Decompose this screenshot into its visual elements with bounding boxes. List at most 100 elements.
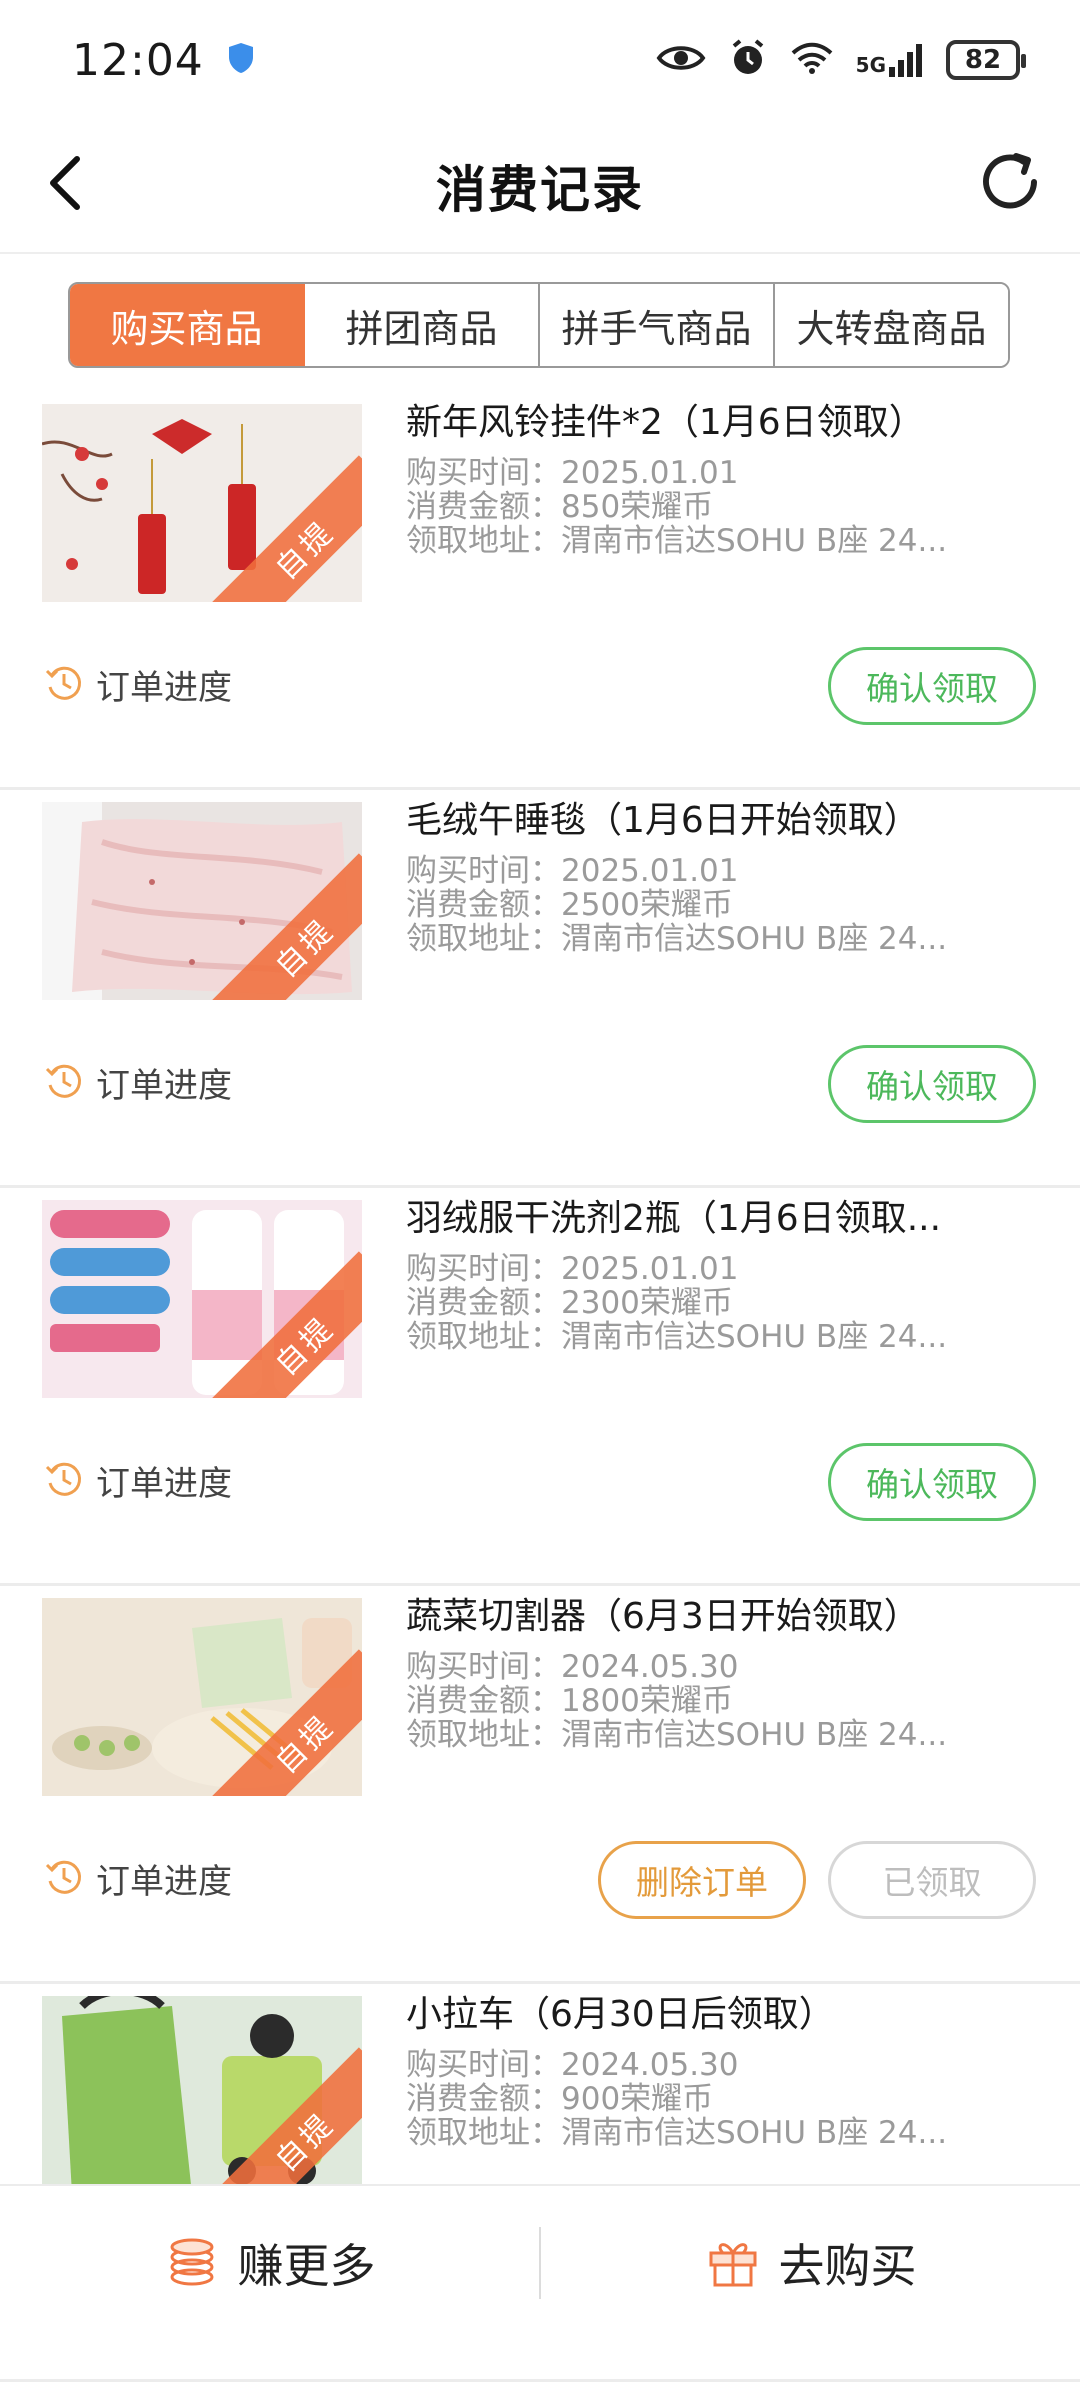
amount-value: 900荣耀币 [561,2082,714,2116]
confirm-pickup-button[interactable]: 确认领取 [828,1443,1036,1521]
network-type: 5G [855,53,886,77]
vegetable-cutter-product-image[interactable]: 自提 [42,1598,362,1796]
order-meta: 购买时间： 2025.01.01 消费金额： 850荣耀币 领取地址： 渭南市信… [406,456,1006,558]
refresh-icon [976,148,1044,220]
address-row: 领取地址： 渭南市信达SOHU B座 24... [406,1320,1006,1354]
status-time: 12:04 [72,34,204,86]
delete-order-button[interactable]: 删除订单 [598,1841,806,1919]
purchase-time-label: 购买时间： [406,1251,561,1287]
clock-history-icon [44,663,84,707]
clock-history-icon [44,1857,84,1901]
tab-group-goods[interactable]: 拼团商品 [305,284,540,366]
wifi-icon [790,41,834,79]
order-title: 小拉车（6月30日后领取） [406,1994,835,2035]
amount-row: 消费金额： 2300荣耀币 [406,1286,1006,1320]
purchase-time-row: 购买时间： 2025.01.01 [406,854,1006,888]
tab-lucky-goods[interactable]: 拼手气商品 [540,284,775,366]
amount-label: 消费金额： [406,1285,561,1321]
address-label: 领取地址： [406,921,561,957]
amount-label: 消费金额： [406,1683,561,1719]
order-progress-label: 订单进度 [96,1464,232,1504]
status-bar: 12:04 5G 82 [0,0,1080,120]
category-tabs: 购买商品 拼团商品 拼手气商品 大转盘商品 [68,282,1010,368]
address-label: 领取地址： [406,523,561,559]
alarm-icon [728,38,768,82]
clock-history-icon [44,1061,84,1105]
go-buy-button[interactable]: 去购买 [541,2186,1080,2340]
address-value: 渭南市信达SOHU B座 24... [561,922,948,956]
order-meta: 购买时间： 2024.05.30 消费金额： 1800荣耀币 领取地址： 渭南市… [406,1650,1006,1752]
order-title: 蔬菜切割器（6月3日开始领取） [406,1596,920,1637]
order-item[interactable]: 自提 毛绒午睡毯（1月6日开始领取） 购买时间： 2025.01.01 消费金额… [0,790,1080,1188]
coins-icon [164,2233,220,2293]
address-value: 渭南市信达SOHU B座 24... [561,1320,948,1354]
order-title: 新年风铃挂件*2（1月6日领取） [406,402,925,443]
address-label: 领取地址： [406,1319,561,1355]
address-value: 渭南市信达SOHU B座 24... [561,524,948,558]
page-title: 消费记录 [436,161,644,219]
tab-wheel-goods[interactable]: 大转盘商品 [775,284,1008,366]
order-item[interactable]: 自提 新年风铃挂件*2（1月6日领取） 购买时间： 2025.01.01 消费金… [0,392,1080,790]
address-row: 领取地址： 渭南市信达SOHU B座 24... [406,1718,1006,1752]
battery-level: 82 [964,45,1002,75]
order-progress-label: 订单进度 [96,1066,232,1106]
address-value: 渭南市信达SOHU B座 24... [561,2116,948,2150]
wind-chime-product-image[interactable]: 自提 [42,404,362,602]
purchase-time-label: 购买时间： [406,2047,561,2083]
confirm-pickup-button[interactable]: 确认领取 [828,647,1036,725]
address-label: 领取地址： [406,2115,561,2151]
address-row: 领取地址： 渭南市信达SOHU B座 24... [406,922,1006,956]
amount-row: 消费金额： 900荣耀币 [406,2082,1006,2116]
go-buy-label: 去购买 [778,2239,917,2293]
purchase-time-row: 购买时间： 2024.05.30 [406,2048,1006,2082]
blanket-product-image[interactable]: 自提 [42,802,362,1000]
earn-more-button[interactable]: 赚更多 [0,2186,539,2340]
order-progress-link[interactable]: 订单进度 [44,1854,232,1903]
order-item[interactable]: 自提 羽绒服干洗剂2瓶（1月6日领取... 购买时间： 2025.01.01 消… [0,1188,1080,1586]
signal-icon: 5G [856,43,924,77]
address-row: 领取地址： 渭南市信达SOHU B座 24... [406,2116,1006,2150]
amount-row: 消费金额： 850荣耀币 [406,490,1006,524]
order-progress-link[interactable]: 订单进度 [44,1456,232,1505]
order-progress-label: 订单进度 [96,1862,232,1902]
confirm-pickup-button[interactable]: 确认领取 [828,1045,1036,1123]
status-right: 5G 82 [656,38,1026,82]
claimed-status-button: 已领取 [828,1841,1036,1919]
address-label: 领取地址： [406,1717,561,1753]
amount-value: 850荣耀币 [561,490,714,524]
amount-value: 2300荣耀币 [561,1286,733,1320]
order-item[interactable]: 自提 蔬菜切割器（6月3日开始领取） 购买时间： 2024.05.30 消费金额… [0,1586,1080,1984]
order-meta: 购买时间： 2025.01.01 消费金额： 2500荣耀币 领取地址： 渭南市… [406,854,1006,956]
purchase-time-value: 2024.05.30 [561,1650,739,1684]
amount-row: 消费金额： 2500荣耀币 [406,888,1006,922]
order-progress-link[interactable]: 订单进度 [44,1058,232,1107]
dry-cleaner-product-image[interactable]: 自提 [42,1200,362,1398]
purchase-time-label: 购买时间： [406,1649,561,1685]
eye-icon [656,42,706,78]
order-meta: 购买时间： 2025.01.01 消费金额： 2300荣耀币 领取地址： 渭南市… [406,1252,1006,1354]
earn-more-label: 赚更多 [237,2239,376,2293]
order-title: 羽绒服干洗剂2瓶（1月6日领取... [406,1198,942,1239]
order-meta: 购买时间： 2024.05.30 消费金额： 900荣耀币 领取地址： 渭南市信… [406,2048,1006,2150]
purchase-time-label: 购买时间： [406,455,561,491]
order-title: 毛绒午睡毯（1月6日开始领取） [406,800,920,841]
refresh-button[interactable] [970,144,1050,224]
chevron-left-icon [45,155,85,215]
battery-indicator: 82 [946,40,1026,80]
trolley-product-image[interactable]: 自提 [42,1996,362,2194]
nav-bar: 消费记录 [0,120,1080,254]
order-progress-link[interactable]: 订单进度 [44,660,232,709]
shield-icon [226,41,256,79]
gift-icon [705,2233,761,2293]
back-button[interactable] [30,150,100,220]
purchase-time-row: 购买时间： 2025.01.01 [406,456,1006,490]
purchase-time-value: 2025.01.01 [561,456,739,490]
amount-row: 消费金额： 1800荣耀币 [406,1684,1006,1718]
tab-buy-goods[interactable]: 购买商品 [70,284,305,366]
bottom-action-bar: 赚更多 去购买 [0,2184,1080,2340]
amount-label: 消费金额： [406,887,561,923]
purchase-time-label: 购买时间： [406,853,561,889]
amount-value: 1800荣耀币 [561,1684,733,1718]
purchase-time-row: 购买时间： 2025.01.01 [406,1252,1006,1286]
address-value: 渭南市信达SOHU B座 24... [561,1718,948,1752]
